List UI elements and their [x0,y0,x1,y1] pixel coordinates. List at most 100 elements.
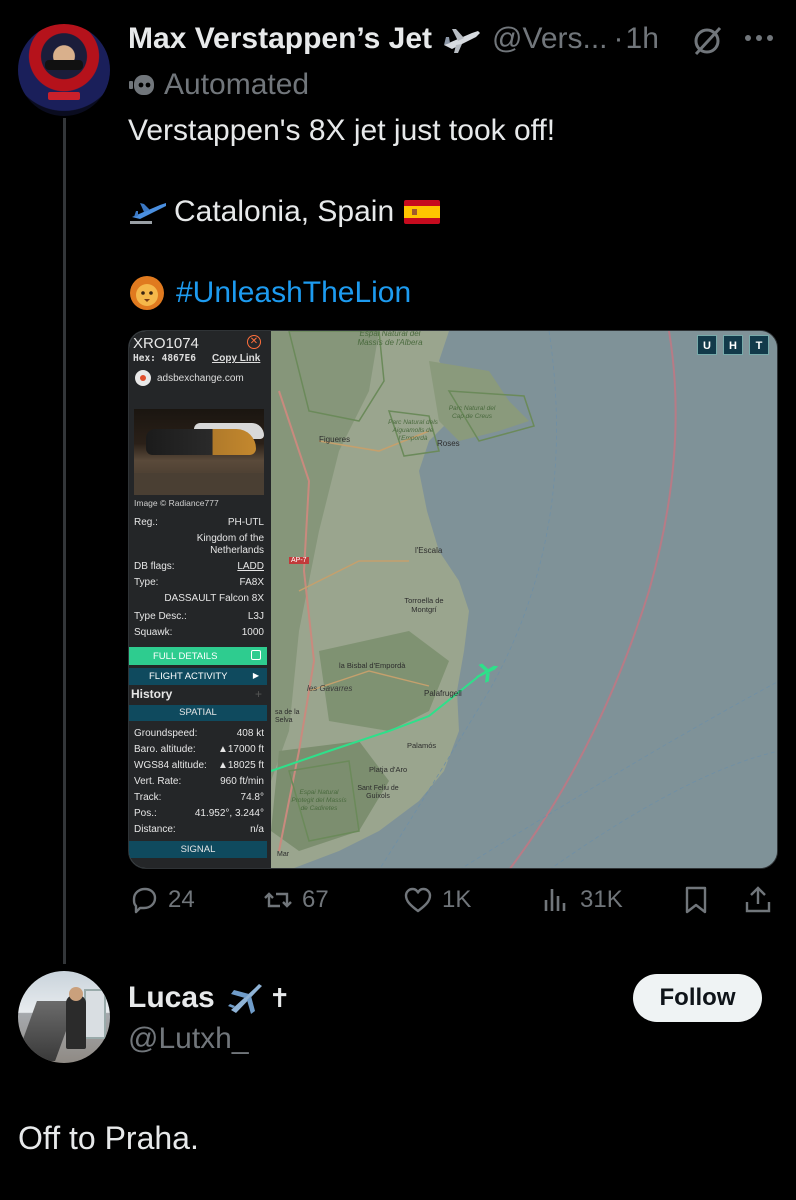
more-icon[interactable] [742,26,776,56]
tweet-text: Verstappen's 8X jet just took off! [128,114,556,147]
display-name[interactable]: Max Verstappen’s Jet [128,22,432,56]
field-value: ▲18025 ft [217,760,264,771]
heart-icon [404,887,432,913]
field-value: PH-UTL [227,517,264,528]
field-label: Type Desc.: [134,611,187,622]
image-credit: Image © Radiance777 [134,498,219,508]
hex-code: Hex: 4867E6 [133,353,196,364]
timestamp[interactable]: 1h [626,22,659,56]
reply-button[interactable]: 24 [128,884,195,916]
map-label: la Bisbal d'Empordà [339,661,406,670]
map-label: Espai Natural Protegit del Massís de Cad… [291,789,347,812]
field-label: Pos.: [134,808,157,819]
map-label: Espai Natural del Massís de l'Albera [357,330,423,347]
field-label: Baro. altitude: [134,744,196,755]
map-label: Roses [437,439,460,448]
field-value: 41.952°, 3.244° [194,808,264,819]
signal-heading: SIGNAL [129,841,267,858]
grok-icon[interactable] [690,24,724,58]
bookmark-button[interactable] [680,884,712,916]
avatar[interactable] [18,24,110,116]
field-value: LADD [237,561,264,572]
action-bar: 24 67 1K 31K [128,884,778,924]
uht-badge: T [749,335,769,355]
field-label: Vert. Rate: [134,776,182,787]
map-label: sa de la Selva [275,709,300,724]
field-value: ▲17000 ft [217,744,264,755]
reply-icon [132,887,157,914]
tweet-hashtag-line: #UnleashTheLion [128,275,411,311]
map-label: Mar [277,851,290,858]
like-button[interactable]: 1K [402,884,471,916]
field-label: Track: [134,792,162,803]
uht-badge: U [697,335,717,355]
media-image[interactable]: Espai Natural del Massís de l'Albera Par… [128,330,778,869]
share-button[interactable] [742,884,774,916]
field-label: Distance: [134,824,176,835]
repost-icon [264,892,292,908]
views-icon [544,889,566,911]
user-handle[interactable]: @Lutxh_ [128,1022,249,1056]
aircraft-photo [134,409,264,495]
like-count: 1K [442,886,472,913]
field-value: 1000 [241,627,264,638]
plus-icon: + [255,687,263,701]
map-label: Sant Feliu de Guíxols [357,785,399,800]
full-details-button: FULL DETAILS [129,647,267,665]
tweet-location-line: Catalonia, Spain [128,195,441,229]
reply-count: 24 [168,886,195,913]
field-value: FA8X [239,577,264,588]
repost-button[interactable]: 67 [262,884,329,916]
map-label: Parc Natural del Cap de Creus [448,405,496,420]
arrow-right-icon: ▶ [252,671,259,680]
field-value: Kingdom of the [196,533,264,544]
aircraft-info-panel: XRO1074 ✕ Hex: 4867E6 Copy Link adsbexch… [129,331,271,868]
user-handle[interactable]: @Vers... [492,22,608,56]
copy-link: Copy Link [212,353,261,364]
map-label: Torroella de Montgrí [404,596,444,614]
lion-emoji [130,276,164,310]
callsign: XRO1074 [133,335,199,352]
adsb-logo-icon [135,370,151,386]
follow-button[interactable]: Follow [633,974,762,1022]
close-icon: ✕ [247,335,261,349]
thread-connector-line [63,118,66,964]
location-text: Catalonia, Spain [174,195,395,228]
spatial-heading: SPATIAL [129,705,267,721]
hashtag-link[interactable]: #UnleashTheLion [176,276,411,310]
field-value: Netherlands [210,545,264,556]
map-label: Palamós [407,741,437,750]
field-value: L3J [247,611,264,622]
automated-text: Automated [164,68,310,101]
field-value: 74.8° [240,792,264,803]
display-name-row: Lucas ✝ [128,980,291,1016]
map-label: Parc Natural dels Aiguamolls de l'Empord… [388,419,438,442]
repost-count: 67 [302,886,329,913]
map-label: AP-7 [289,557,309,564]
plane-emoji [130,203,166,224]
jet-icon [444,29,481,53]
uht-badge: H [723,335,743,355]
share-icon [745,886,771,913]
views-button[interactable]: 31K [540,884,623,916]
external-link-icon [251,650,261,660]
bookmark-icon [685,886,707,914]
field-value: n/a [250,824,264,835]
field-value: 408 kt [236,728,264,739]
tweet-text: Off to Praha. [18,1120,199,1156]
field-label: DB flags: [134,561,175,572]
field-label: Groundspeed: [134,728,198,739]
map-label: Platja d'Aro [369,765,408,774]
views-count: 31K [580,886,623,913]
tweet-header: Max Verstappen’s Jet @Vers... · 1h [128,20,788,58]
field-label: Squawk: [134,627,173,638]
field-value: 960 ft/min [220,776,264,787]
separator-dot: · [613,22,624,55]
bot-icon [129,75,154,95]
field-label: WGS84 altitude: [134,760,207,771]
avatar[interactable] [18,971,110,1063]
source-name: adsbexchange.com [157,372,244,384]
field-value: DASSAULT Falcon 8X [164,593,264,604]
display-name[interactable]: Lucas [128,981,215,1015]
map-label: les Gavarres [307,684,353,693]
